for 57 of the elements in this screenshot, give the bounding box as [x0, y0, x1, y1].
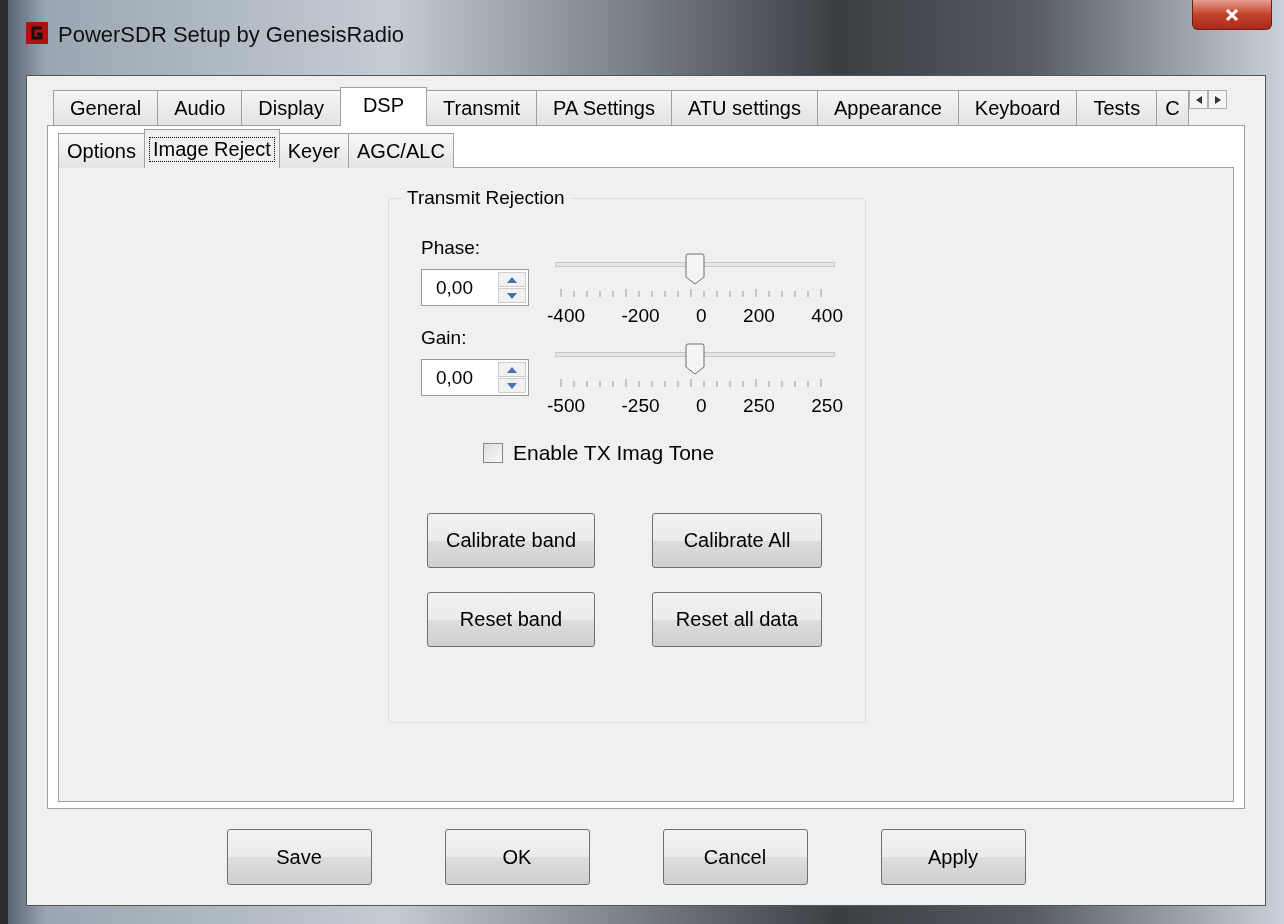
tab[interactable]: General — [53, 90, 159, 126]
tick-label: 250 — [811, 395, 843, 417]
close-icon — [1225, 8, 1239, 21]
window-title: PowerSDR Setup by GenesisRadio — [58, 22, 405, 48]
tab[interactable]: AGC/ALC — [348, 133, 454, 168]
left-arrow-icon — [1195, 95, 1202, 104]
tick-label: 200 — [743, 305, 775, 327]
tick-label: -400 — [547, 305, 586, 327]
checkbox-label: Enable TX Imag Tone — [513, 441, 715, 465]
action-button[interactable]: Calibrate All — [652, 513, 822, 568]
tab[interactable]: PA Settings — [536, 90, 672, 126]
slider-thumb[interactable] — [685, 343, 705, 375]
tab[interactable]: Image Reject — [143, 129, 280, 168]
slider-label: Phase: — [421, 237, 482, 259]
down-arrow-icon — [507, 382, 517, 389]
action-button[interactable]: Calibrate band — [427, 513, 595, 568]
tick-label: 400 — [811, 305, 843, 327]
tick-label: -250 — [621, 395, 660, 417]
number-field[interactable]: 0,00 — [421, 269, 529, 306]
spin-up-button[interactable] — [498, 362, 526, 377]
tab[interactable]: Keyboard — [957, 90, 1078, 126]
dialog-button[interactable]: Save — [226, 829, 372, 885]
tick-label: -500 — [547, 395, 586, 417]
dialog-button[interactable]: OK — [444, 829, 590, 885]
checkbox[interactable] — [483, 443, 503, 463]
spin-down-button[interactable] — [498, 288, 526, 303]
tick-label: 0 — [696, 305, 707, 327]
tab[interactable]: Keyer — [278, 133, 350, 168]
up-arrow-icon — [507, 276, 517, 283]
right-arrow-icon — [1214, 95, 1221, 104]
action-button[interactable]: Reset all data — [652, 592, 822, 647]
tick-label: 250 — [743, 395, 775, 417]
up-arrow-icon — [507, 366, 517, 373]
app-logo-icon — [26, 22, 48, 44]
slider-thumb[interactable] — [685, 253, 705, 285]
spin-down-button[interactable] — [498, 378, 526, 393]
tab[interactable]: C — [1156, 90, 1189, 126]
tick-label: -200 — [621, 305, 660, 327]
slider-label: Gain: — [421, 327, 468, 349]
action-button[interactable]: Reset band — [427, 592, 595, 647]
close-button[interactable] — [1192, 0, 1272, 30]
tab[interactable]: Display — [241, 90, 341, 126]
down-arrow-icon — [507, 292, 517, 299]
tab[interactable]: Audio — [157, 90, 243, 126]
scroll-right-button[interactable] — [1208, 90, 1227, 109]
dialog-button[interactable]: Cancel — [662, 829, 808, 885]
tick-label: 0 — [696, 395, 707, 417]
number-field[interactable]: 0,00 — [421, 359, 529, 396]
tab[interactable]: Appearance — [817, 90, 959, 126]
scroll-left-button[interactable] — [1189, 90, 1208, 109]
dialog-button[interactable]: Apply — [880, 829, 1026, 885]
tab[interactable]: ATU settings — [671, 90, 818, 126]
tab[interactable]: Transmit — [426, 90, 538, 126]
spin-up-button[interactable] — [498, 272, 526, 287]
tab[interactable]: Tests — [1076, 90, 1158, 126]
tab[interactable]: Options — [58, 133, 145, 168]
tab[interactable]: DSP — [339, 87, 427, 126]
